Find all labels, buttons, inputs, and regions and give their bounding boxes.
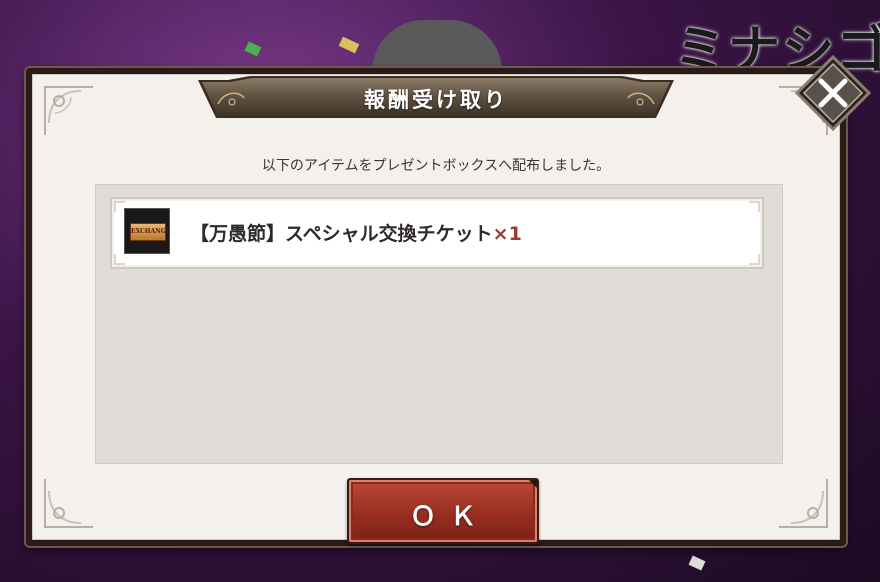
ornament-corner-icon	[779, 479, 828, 528]
ornament-corner-icon	[749, 201, 760, 212]
ornament-corner-icon	[749, 254, 760, 265]
ok-button[interactable]: ＯＫ	[347, 478, 539, 544]
confetti-piece	[338, 36, 360, 54]
ticket-icon: EXCHANGE	[124, 208, 170, 254]
list-item: EXCHANGE 【万愚節】スペシャル交換チケット×1	[110, 197, 764, 269]
button-notch	[529, 480, 537, 488]
ornament-corner-icon	[44, 479, 93, 528]
character-hair	[372, 20, 502, 72]
reward-dialog: 以下のアイテムをプレゼントボックスへ配布しました。 EXCHANGE 【万愚節】…	[26, 68, 846, 546]
ok-button-label: ＯＫ	[409, 502, 490, 532]
dialog-title: 報酬受け取り	[364, 88, 508, 112]
ornament-corner-icon	[44, 86, 93, 135]
close-icon	[794, 54, 872, 132]
ornament-corner-icon	[114, 254, 125, 265]
item-name: 【万愚節】スペシャル交換チケット×1	[190, 219, 522, 246]
dialog-message: 以下のアイテムをプレゼントボックスへ配布しました。	[261, 158, 611, 174]
dialog-panel: 以下のアイテムをプレゼントボックスへ配布しました。 EXCHANGE 【万愚節】…	[32, 74, 840, 544]
confetti-piece	[688, 555, 706, 571]
close-button[interactable]	[794, 54, 872, 132]
ticket-label: EXCHANGE	[130, 223, 170, 241]
confetti-piece	[244, 41, 262, 57]
item-quantity: ×1	[492, 223, 522, 245]
title-banner: 報酬受け取り	[198, 74, 674, 124]
reward-list[interactable]: EXCHANGE 【万愚節】スペシャル交換チケット×1	[95, 184, 783, 464]
item-title: 【万愚節】スペシャル交換チケット	[190, 223, 493, 245]
